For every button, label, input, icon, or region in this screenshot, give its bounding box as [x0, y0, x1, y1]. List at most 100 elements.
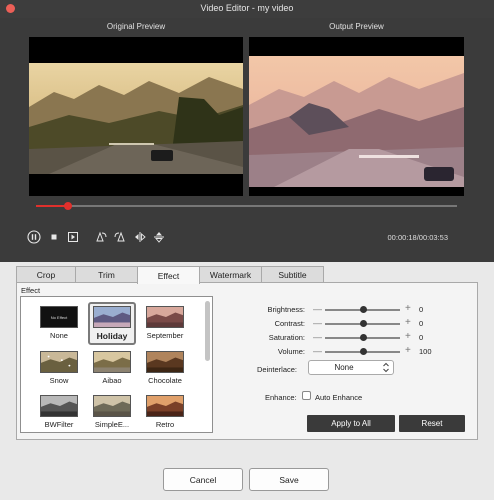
flip-horizontal-icon: [135, 232, 146, 242]
volume-label: Volume:: [277, 347, 305, 356]
effect-label: BWFilter: [44, 420, 74, 429]
effect-thumb-holiday: [93, 306, 131, 328]
pause-button[interactable]: [27, 230, 41, 244]
effect-item-bwfilter[interactable]: BWFilter: [35, 395, 83, 429]
volume-slider[interactable]: [325, 348, 400, 355]
next-frame-icon: [68, 232, 78, 242]
window-title: Video Editor - my video: [200, 3, 294, 13]
timeline-progress: [36, 205, 68, 207]
tab-watermark[interactable]: Watermark: [199, 266, 262, 283]
contrast-increase[interactable]: +: [405, 317, 411, 328]
effect-group-label: Effect: [21, 286, 41, 295]
pause-icon: [27, 230, 41, 244]
flip-vertical-button[interactable]: [152, 230, 166, 244]
output-preview-label: Output Preview: [329, 22, 384, 31]
title-bar: Video Editor - my video: [0, 0, 494, 18]
effect-item-aibao[interactable]: Aibao: [88, 351, 136, 385]
effect-thumb-retro: [146, 395, 184, 417]
brightness-value: 0: [419, 305, 424, 314]
volume-row: Volume: — + 100: [237, 345, 477, 358]
effect-item-snow[interactable]: Snow: [35, 351, 83, 385]
cancel-button[interactable]: Cancel: [163, 468, 243, 491]
tab-trim[interactable]: Trim: [75, 266, 138, 283]
brightness-label: Brightness:: [267, 305, 305, 314]
time-readout: 00:00:18/00:03:53: [387, 233, 448, 242]
preview-area: Original Preview Output Preview 00:00:18…: [0, 18, 494, 262]
tab-subtitle[interactable]: Subtitle: [261, 266, 324, 283]
timeline-handle[interactable]: [63, 202, 72, 210]
timeline-track[interactable]: [36, 202, 457, 210]
auto-enhance-label[interactable]: Auto Enhance: [315, 393, 362, 402]
original-preview-label: Original Preview: [106, 22, 166, 31]
deinterlace-value: None: [334, 363, 354, 372]
effect-thumb-aibao: [93, 351, 131, 373]
effect-label: September: [146, 331, 184, 340]
saturation-slider-handle[interactable]: [359, 334, 367, 341]
saturation-label: Saturation:: [268, 333, 305, 342]
effect-label: Aibao: [102, 376, 122, 385]
output-video-frame: [249, 37, 464, 196]
brightness-row: Brightness: — + 0: [237, 303, 477, 316]
apply-to-all-button[interactable]: Apply to All: [307, 415, 395, 432]
saturation-increase[interactable]: +: [405, 331, 411, 342]
brightness-increase[interactable]: +: [405, 303, 411, 314]
deinterlace-select[interactable]: None: [308, 360, 394, 375]
contrast-decrease[interactable]: —: [313, 318, 322, 328]
volume-slider-handle[interactable]: [359, 348, 367, 355]
rotate-right-button[interactable]: [113, 230, 127, 244]
effect-item-holiday[interactable]: Holiday: [88, 302, 136, 345]
flip-vertical-icon: [154, 232, 164, 243]
next-frame-button[interactable]: [66, 230, 80, 244]
reset-button[interactable]: Reset: [399, 415, 465, 432]
effect-item-september[interactable]: September: [141, 306, 189, 340]
effect-thumb-snow: [40, 351, 78, 373]
saturation-value: 0: [419, 333, 424, 342]
effect-label: Retro: [155, 420, 175, 429]
brightness-slider-handle[interactable]: [359, 306, 367, 313]
chevron-updown-icon: [383, 362, 389, 373]
contrast-row: Contrast: — + 0: [237, 317, 477, 330]
volume-decrease[interactable]: —: [313, 346, 322, 356]
contrast-slider-handle[interactable]: [359, 320, 367, 327]
output-preview: [249, 37, 464, 196]
effect-thumb-september: [146, 306, 184, 328]
effect-label: Snow: [49, 376, 69, 385]
tab-crop[interactable]: Crop: [16, 266, 76, 283]
stop-icon: [51, 234, 57, 240]
brightness-decrease[interactable]: —: [313, 304, 322, 314]
rotate-left-icon: [96, 231, 107, 242]
original-preview: [29, 37, 243, 196]
flip-horizontal-button[interactable]: [133, 230, 147, 244]
effect-panel: Effect No Effect None Holiday September …: [16, 282, 478, 440]
contrast-slider[interactable]: [325, 320, 400, 327]
stop-button[interactable]: [47, 230, 61, 244]
effect-thumb-chocolate: [146, 351, 184, 373]
effect-item-simpleelegant[interactable]: SimpleE...: [88, 395, 136, 429]
contrast-label: Contrast:: [274, 319, 305, 328]
save-button[interactable]: Save: [249, 468, 329, 491]
saturation-slider[interactable]: [325, 334, 400, 341]
effect-thumb-bwfilter: [40, 395, 78, 417]
saturation-row: Saturation: — + 0: [237, 331, 477, 344]
deinterlace-label: Deinterlace:: [257, 365, 298, 374]
rotate-left-button[interactable]: [94, 230, 108, 244]
brightness-slider[interactable]: [325, 306, 400, 313]
effect-item-chocolate[interactable]: Chocolate: [141, 351, 189, 385]
editor-tabs: Crop Trim Effect Watermark Subtitle: [16, 266, 324, 284]
enhance-label: Enhance:: [265, 393, 297, 402]
effect-label: SimpleE...: [94, 420, 130, 429]
volume-increase[interactable]: +: [405, 345, 411, 356]
effect-item-none[interactable]: No Effect None: [35, 306, 83, 340]
volume-value: 100: [419, 347, 432, 356]
saturation-decrease[interactable]: —: [313, 332, 322, 342]
auto-enhance-checkbox[interactable]: [302, 391, 311, 400]
effect-label: None: [50, 331, 68, 340]
effect-label: Holiday: [96, 331, 128, 341]
tab-effect[interactable]: Effect: [137, 266, 200, 284]
effect-item-retro[interactable]: Retro: [141, 395, 189, 429]
original-video-frame: [29, 37, 243, 196]
effect-label: Chocolate: [148, 376, 182, 385]
rotate-right-icon: [114, 231, 125, 242]
effect-list-scrollbar[interactable]: [205, 301, 210, 361]
contrast-value: 0: [419, 319, 424, 328]
